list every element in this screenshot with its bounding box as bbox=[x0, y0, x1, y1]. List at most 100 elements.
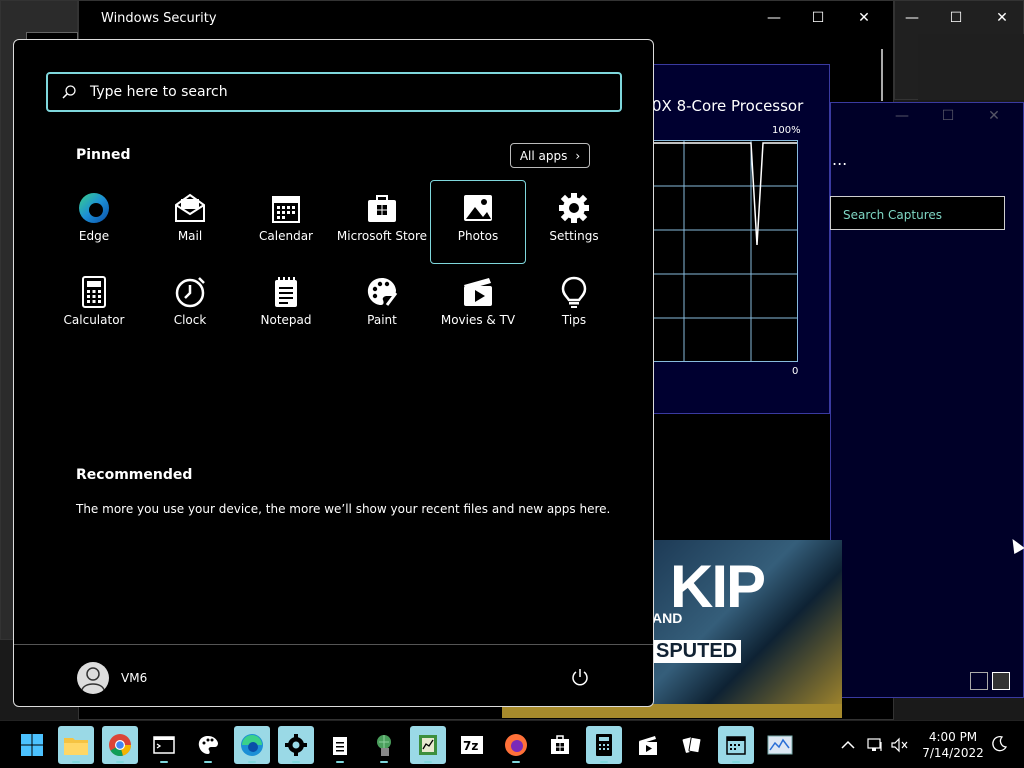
running-indicator bbox=[248, 761, 256, 763]
taskbar-edge[interactable] bbox=[234, 726, 270, 764]
taskbar-file-explorer[interactable] bbox=[58, 726, 94, 764]
list-view-icon[interactable] bbox=[970, 672, 988, 690]
taskbar-monitor[interactable] bbox=[762, 726, 798, 764]
running-indicator bbox=[512, 761, 520, 763]
close-button-capture[interactable]: ✕ bbox=[979, 107, 1009, 125]
start-button[interactable] bbox=[14, 726, 50, 764]
taskbar-movies[interactable] bbox=[630, 726, 666, 764]
movies-icon bbox=[639, 736, 657, 755]
taskbar-notepad[interactable] bbox=[322, 726, 358, 764]
tile-view-icon[interactable] bbox=[992, 672, 1010, 690]
running-indicator bbox=[600, 761, 608, 763]
running-indicator bbox=[292, 761, 300, 763]
clock-time: 4:00 PM bbox=[928, 730, 978, 744]
taskbar-solitaire[interactable] bbox=[674, 726, 710, 764]
taskbar-task-app[interactable] bbox=[410, 726, 446, 764]
scrollbar[interactable] bbox=[881, 49, 883, 101]
running-indicator bbox=[380, 761, 388, 763]
maximize-button[interactable]: ☐ bbox=[803, 9, 833, 27]
pinned-app-tips[interactable]: Tips bbox=[526, 264, 622, 348]
chevron-up-icon[interactable] bbox=[838, 735, 858, 755]
taskbar-network-tool[interactable] bbox=[366, 726, 402, 764]
edge-icon bbox=[241, 734, 263, 756]
taskbar-7zip[interactable]: 7z bbox=[454, 726, 490, 764]
close-button-right[interactable]: ✕ bbox=[987, 9, 1017, 27]
pinned-app-movies-tv[interactable]: Movies & TV bbox=[430, 264, 526, 348]
app-label: Photos bbox=[457, 229, 499, 243]
pinned-app-clock[interactable]: Clock bbox=[142, 264, 238, 348]
pinned-app-notepad[interactable]: Notepad bbox=[238, 264, 334, 348]
view-toggle[interactable] bbox=[970, 672, 1010, 690]
taskbar-settings[interactable] bbox=[278, 726, 314, 764]
volume-muted-icon[interactable] bbox=[890, 735, 910, 755]
thumbnail-text-2: AND bbox=[652, 610, 683, 626]
search-captures-input[interactable]: Search Captures bbox=[830, 196, 1005, 230]
search-icon bbox=[62, 85, 76, 99]
photos-icon bbox=[461, 191, 495, 225]
running-indicator bbox=[336, 761, 344, 763]
minimize-button[interactable]: — bbox=[759, 9, 789, 27]
cpu-min-label: 0 bbox=[792, 366, 799, 377]
running-indicator bbox=[732, 761, 740, 763]
pinned-app-paint[interactable]: Paint bbox=[334, 264, 430, 348]
firefox-icon bbox=[505, 734, 527, 756]
search-box[interactable]: Type here to search bbox=[46, 72, 622, 112]
close-button[interactable]: ✕ bbox=[849, 9, 879, 27]
calculator-icon bbox=[596, 734, 612, 756]
minimize-button-capture[interactable]: — bbox=[887, 107, 917, 125]
user-avatar[interactable] bbox=[77, 662, 109, 694]
taskbar-calculator[interactable] bbox=[586, 726, 622, 764]
thumbnail-text-1: KIP bbox=[670, 553, 766, 620]
video-thumbnail[interactable]: KIP AND SPUTED bbox=[652, 540, 842, 716]
movies-icon bbox=[461, 275, 495, 309]
moon-icon[interactable] bbox=[990, 735, 1008, 753]
app-label: Paint bbox=[367, 313, 397, 327]
chrome-icon bbox=[109, 734, 132, 757]
app-label: Notepad bbox=[260, 313, 312, 327]
taskbar-firefox[interactable] bbox=[498, 726, 534, 764]
pinned-app-calculator[interactable]: Calculator bbox=[46, 264, 142, 348]
mail-icon bbox=[173, 191, 207, 225]
calculator-icon bbox=[77, 275, 111, 309]
maximize-button-capture[interactable]: ☐ bbox=[933, 107, 963, 125]
app-label: Settings bbox=[549, 229, 599, 243]
power-icon[interactable] bbox=[570, 667, 590, 687]
running-indicator bbox=[204, 761, 212, 763]
system-clock[interactable]: 4:00 PM 7/14/2022 bbox=[918, 729, 988, 761]
calendar-icon bbox=[269, 191, 303, 225]
taskbar-calendar[interactable] bbox=[718, 726, 754, 764]
pinned-app-edge[interactable]: Edge bbox=[46, 180, 142, 264]
notepad-icon bbox=[269, 275, 303, 309]
pinned-app-microsoft-store[interactable]: Microsoft Store bbox=[334, 180, 430, 264]
running-indicator bbox=[72, 761, 80, 763]
pinned-app-settings[interactable]: Settings bbox=[526, 180, 622, 264]
pinned-app-mail[interactable]: Mail bbox=[142, 180, 238, 264]
store-icon bbox=[365, 191, 399, 225]
cpu-graph bbox=[650, 140, 798, 362]
taskbar-chrome[interactable] bbox=[102, 726, 138, 764]
cpu-title: 0X 8-Core Processor bbox=[652, 97, 804, 115]
taskbar-paint[interactable] bbox=[190, 726, 226, 764]
taskbar-store[interactable] bbox=[542, 726, 578, 764]
minimize-button-right[interactable]: — bbox=[897, 9, 927, 27]
user-name[interactable]: VM6 bbox=[121, 671, 147, 685]
start-menu: Type here to search Pinned All apps › Ed… bbox=[13, 39, 654, 707]
taskbar: 7z 4:00 PM 7/14/2022 bbox=[0, 720, 1024, 768]
pinned-apps-grid: Edge Mail Calendar Microsoft Store Photo… bbox=[46, 180, 622, 348]
pinned-app-photos[interactable]: Photos bbox=[430, 180, 526, 264]
taskbar-terminal[interactable] bbox=[146, 726, 182, 764]
capture-window[interactable]: — ☐ ✕ bbox=[830, 102, 1024, 698]
app-label: Movies & TV bbox=[440, 313, 516, 327]
pinned-app-calendar[interactable]: Calendar bbox=[238, 180, 334, 264]
cards-icon bbox=[682, 736, 702, 754]
network-icon[interactable] bbox=[866, 735, 886, 755]
app-label: Clock bbox=[173, 313, 207, 327]
edge-icon bbox=[77, 191, 111, 225]
performance-monitor-icon bbox=[767, 735, 793, 755]
running-indicator bbox=[116, 761, 124, 763]
app-label: Calculator bbox=[63, 313, 125, 327]
maximize-button-right[interactable]: ☐ bbox=[941, 9, 971, 27]
all-apps-button[interactable]: All apps › bbox=[510, 143, 590, 168]
app-label: Microsoft Store bbox=[336, 229, 428, 243]
more-options-icon[interactable]: ... bbox=[832, 150, 847, 169]
